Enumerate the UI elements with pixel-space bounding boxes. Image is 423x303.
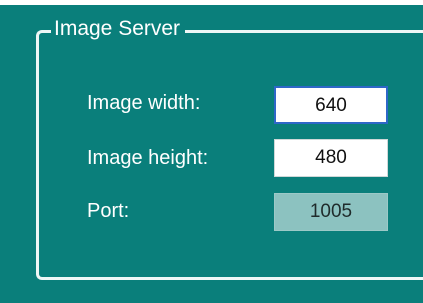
image-height-input[interactable]: 480 bbox=[274, 139, 388, 177]
window-top-edge bbox=[0, 0, 423, 5]
port-input: 1005 bbox=[274, 193, 388, 231]
port-label: Port: bbox=[87, 200, 130, 222]
image-height-label: Image height: bbox=[87, 147, 209, 169]
groupbox-title: Image Server bbox=[51, 16, 186, 42]
image-width-label: Image width: bbox=[87, 92, 201, 114]
image-server-panel: Image Server Image width: 640 Image heig… bbox=[0, 0, 423, 303]
image-width-input[interactable]: 640 bbox=[274, 86, 388, 124]
